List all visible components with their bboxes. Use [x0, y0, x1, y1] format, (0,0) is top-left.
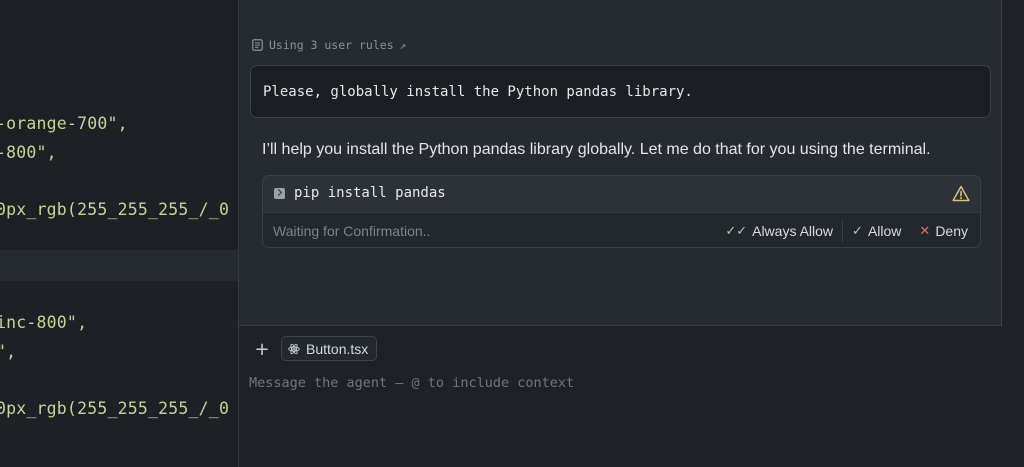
confirmation-actions: ✓✓ Always Allow ✓ Allow ✕ Deny [716, 213, 980, 247]
user-rules-label: Using 3 user rules [269, 38, 394, 52]
always-allow-label: Always Allow [752, 223, 834, 239]
command-text: pip install pandas [294, 185, 446, 201]
code-line: inc-800", [0, 313, 88, 332]
app-window: -orange-700", -800", 0px_rgb(255_255_255… [0, 0, 1024, 467]
code-editor[interactable]: -orange-700", -800", 0px_rgb(255_255_255… [0, 0, 239, 467]
arrow-up-right-icon: ↗ [399, 38, 407, 52]
double-check-icon: ✓✓ [725, 223, 748, 238]
message-composer: + Button.tsx [239, 325, 1002, 467]
deny-label: Deny [935, 223, 968, 239]
user-rules-indicator[interactable]: Using 3 user rules ↗ [252, 37, 406, 53]
allow-button[interactable]: ✓ Allow [843, 221, 910, 241]
tool-call-header: pip install pandas [263, 176, 980, 212]
terminal-icon [274, 188, 285, 199]
code-line: 0px_rgb(255_255_255_/_0 [0, 200, 230, 219]
right-edge-panel [1002, 0, 1024, 467]
context-file-chip[interactable]: Button.tsx [281, 336, 378, 361]
confirmation-status: Waiting for Confirmation.. [273, 223, 431, 239]
user-message-text: Please, globally install the Python pand… [263, 83, 693, 100]
code-line: -orange-700", [0, 114, 128, 133]
code-line: 0px_rgb(255_255_255_/_0 [0, 399, 230, 418]
close-icon: ✕ [919, 223, 931, 238]
message-input[interactable] [249, 372, 989, 394]
code-line: ", [0, 342, 17, 361]
assistant-message: I’ll help you install the Python pandas … [262, 141, 931, 158]
agent-panel: Using 3 user rules ↗ Please, globally in… [239, 0, 1002, 467]
terminal-tool-call: pip install pandas Waiting for Confirmat… [262, 175, 981, 248]
react-icon [288, 343, 300, 354]
check-icon: ✓ [852, 223, 863, 238]
deny-button[interactable]: ✕ Deny [910, 221, 980, 241]
warning-icon [952, 185, 970, 202]
always-allow-button[interactable]: ✓✓ Always Allow [716, 221, 842, 241]
add-context-button[interactable]: + [249, 337, 275, 361]
allow-label: Allow [867, 223, 902, 239]
user-message: Please, globally install the Python pand… [250, 65, 991, 118]
context-file-name: Button.tsx [306, 340, 369, 357]
tool-call-footer: Waiting for Confirmation.. ✓✓ Always All… [263, 212, 980, 247]
document-icon [252, 39, 263, 51]
current-line-highlight [0, 250, 238, 281]
code-line: -800", [0, 143, 57, 162]
